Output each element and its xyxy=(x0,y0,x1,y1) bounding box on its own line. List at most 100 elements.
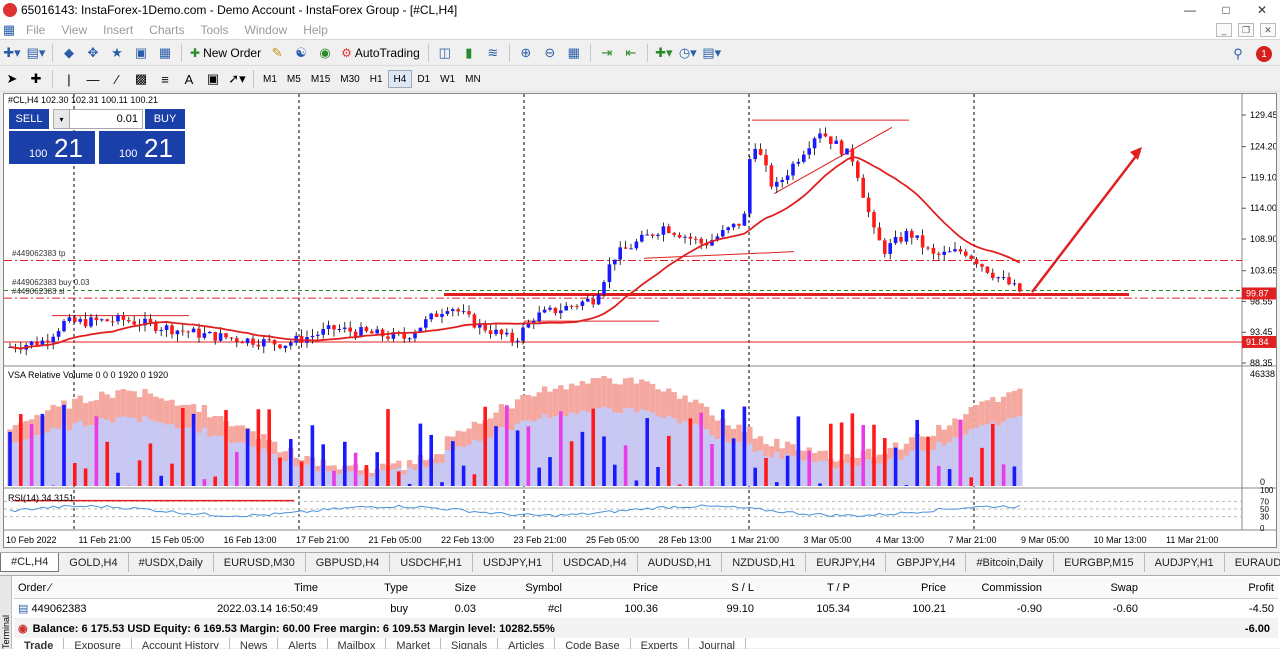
chart-tab[interactable]: GBPJPY,H4 xyxy=(886,553,966,572)
cursor-icon[interactable]: ➤ xyxy=(1,69,23,89)
chart-tab[interactable]: AUDUSD,H1 xyxy=(638,553,723,572)
timeframe-m5[interactable]: M5 xyxy=(282,70,306,88)
periods-icon[interactable]: ◷▾ xyxy=(677,43,699,63)
menu-window[interactable]: Window xyxy=(237,23,296,37)
col-current-price[interactable]: Price xyxy=(854,582,950,594)
col-profit[interactable]: Profit xyxy=(1142,582,1278,594)
col-size[interactable]: Size xyxy=(412,582,480,594)
menu-insert[interactable]: Insert xyxy=(95,23,141,37)
autotrading-button[interactable]: ⚙AutoTrading xyxy=(337,43,424,63)
col-type[interactable]: Type xyxy=(322,582,412,594)
indicators-icon[interactable]: ✚▾ xyxy=(653,43,675,63)
horizontal-line-icon[interactable]: — xyxy=(82,69,104,89)
menu-tools[interactable]: Tools xyxy=(193,23,237,37)
search-icon[interactable]: ⚲ xyxy=(1227,44,1249,64)
lot-size-input[interactable]: ▾ 0.01 xyxy=(53,109,143,129)
zoom-out-icon[interactable]: ⊖ xyxy=(539,43,561,63)
market-watch-icon[interactable]: ◆ xyxy=(58,43,80,63)
chart-tab[interactable]: GBPUSD,H4 xyxy=(306,553,391,572)
crosshair-icon[interactable]: ✚ xyxy=(25,69,47,89)
col-order[interactable]: Order ∕ xyxy=(14,582,132,594)
line-chart-icon[interactable]: ≋ xyxy=(482,43,504,63)
chart-tab[interactable]: #USDX,Daily xyxy=(129,553,214,572)
timeframe-w1[interactable]: W1 xyxy=(435,70,460,88)
chart-shift-icon[interactable]: ⇤ xyxy=(620,43,642,63)
navigator-icon[interactable]: ★ xyxy=(106,43,128,63)
terminal-tab[interactable]: Alerts xyxy=(278,638,327,649)
terminal-tab[interactable]: News xyxy=(230,638,279,649)
timeframe-d1[interactable]: D1 xyxy=(412,70,435,88)
new-order-button[interactable]: ✚New Order xyxy=(186,43,265,63)
arrows-icon[interactable]: ➚▾ xyxy=(226,69,248,89)
timeframe-h1[interactable]: H1 xyxy=(365,70,388,88)
mdi-close-button[interactable]: ✕ xyxy=(1260,23,1276,37)
maximize-button[interactable]: □ xyxy=(1208,0,1244,20)
terminal-tab[interactable]: Experts xyxy=(631,638,689,649)
sell-price[interactable]: 100 21 xyxy=(9,131,95,164)
tile-windows-icon[interactable]: ▦ xyxy=(563,43,585,63)
terminal-tab[interactable]: Account History xyxy=(132,638,230,649)
col-commission[interactable]: Commission xyxy=(950,582,1046,594)
minimize-button[interactable]: — xyxy=(1172,0,1208,20)
chart-tab[interactable]: EURAUD,M xyxy=(1225,553,1280,572)
chart-tab[interactable]: USDCAD,H4 xyxy=(553,553,638,572)
signals-icon[interactable]: ◉ xyxy=(314,43,336,63)
chart-tab[interactable]: AUDJPY,H1 xyxy=(1145,553,1225,572)
zoom-in-icon[interactable]: ⊕ xyxy=(515,43,537,63)
timeframe-h4[interactable]: H4 xyxy=(388,70,413,88)
chart-tab[interactable]: USDCHF,H1 xyxy=(390,553,473,572)
col-swap[interactable]: Swap xyxy=(1046,582,1142,594)
terminal-tab[interactable]: Journal xyxy=(689,638,746,649)
sell-button[interactable]: SELL xyxy=(9,109,49,129)
chart-tab[interactable]: GOLD,H4 xyxy=(59,553,128,572)
terminal-tab[interactable]: Trade xyxy=(14,638,64,649)
chart-tab[interactable]: USDJPY,H1 xyxy=(473,553,553,572)
bar-chart-icon[interactable]: ◫ xyxy=(434,43,456,63)
chart-tab[interactable]: NZDUSD,H1 xyxy=(722,553,806,572)
timeframe-m1[interactable]: M1 xyxy=(258,70,282,88)
terminal-icon[interactable]: ▣ xyxy=(130,43,152,63)
mdi-minimize-button[interactable]: _ xyxy=(1216,23,1232,37)
chart-tab[interactable]: EURGBP,M15 xyxy=(1054,553,1145,572)
chart-tab[interactable]: #Bitcoin,Daily xyxy=(966,553,1054,572)
experts-icon[interactable]: ☯ xyxy=(290,43,312,63)
strategy-tester-icon[interactable]: ▦ xyxy=(154,43,176,63)
templates-icon[interactable]: ▤▾ xyxy=(701,43,723,63)
data-window-icon[interactable]: ✥ xyxy=(82,43,104,63)
new-chart-icon[interactable]: ✚▾ xyxy=(1,43,23,63)
candlestick-icon[interactable]: ▮ xyxy=(458,43,480,63)
col-sl[interactable]: S / L xyxy=(662,582,758,594)
terminal-tab[interactable]: Articles xyxy=(498,638,555,649)
vertical-line-icon[interactable]: | xyxy=(58,69,80,89)
menu-view[interactable]: View xyxy=(53,23,95,37)
menu-charts[interactable]: Charts xyxy=(141,23,192,37)
col-symbol[interactable]: Symbol xyxy=(480,582,566,594)
timeframe-m15[interactable]: M15 xyxy=(306,70,335,88)
menu-help[interactable]: Help xyxy=(295,23,336,37)
buy-button[interactable]: BUY xyxy=(145,109,185,129)
chart-window[interactable]: 129.45124.20119.10114.00108.90103.6598.5… xyxy=(3,93,1277,548)
notification-badge[interactable]: 1 xyxy=(1256,46,1272,62)
chart-tab[interactable]: EURUSD,M30 xyxy=(214,553,306,572)
mdi-restore-button[interactable]: ❐ xyxy=(1238,23,1254,37)
channel-icon[interactable]: ▩ xyxy=(130,69,152,89)
menu-file[interactable]: File xyxy=(18,23,53,37)
timeframe-mn[interactable]: MN xyxy=(460,70,486,88)
text-label-icon[interactable]: ▣ xyxy=(202,69,224,89)
lot-dropdown-icon[interactable]: ▾ xyxy=(54,110,70,128)
price-chart[interactable]: 129.45124.20119.10114.00108.90103.6598.5… xyxy=(4,94,1276,547)
terminal-tab[interactable]: Code Base xyxy=(555,638,630,649)
col-tp[interactable]: T / P xyxy=(758,582,854,594)
auto-scroll-icon[interactable]: ⇥ xyxy=(596,43,618,63)
terminal-tab[interactable]: Market xyxy=(386,638,441,649)
profiles-icon[interactable]: ▤▾ xyxy=(25,43,47,63)
text-icon[interactable]: A xyxy=(178,69,200,89)
trendline-icon[interactable]: ∕ xyxy=(106,69,128,89)
chart-tab[interactable]: #CL,H4 xyxy=(0,553,59,572)
chart-tab[interactable]: EURJPY,H4 xyxy=(806,553,886,572)
col-price[interactable]: Price xyxy=(566,582,662,594)
table-row[interactable]: ▤ 449062383 2022.03.14 16:50:49 buy 0.03… xyxy=(14,599,1278,619)
buy-price[interactable]: 100 21 xyxy=(99,131,185,164)
metaeditor-icon[interactable]: ✎ xyxy=(266,43,288,63)
timeframe-m30[interactable]: M30 xyxy=(335,70,364,88)
